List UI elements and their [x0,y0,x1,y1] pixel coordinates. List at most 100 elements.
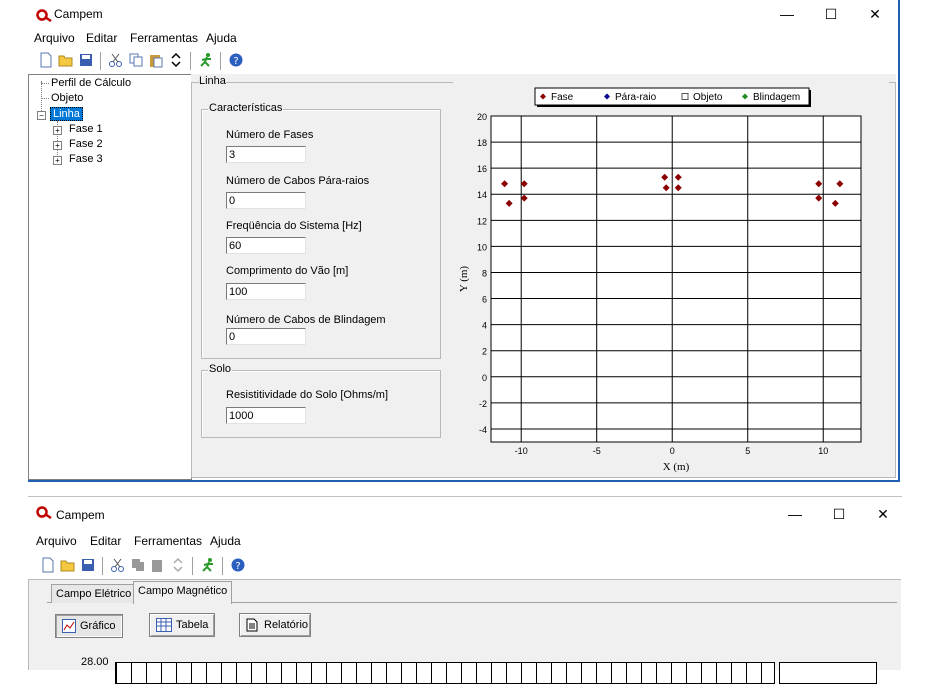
relatorio-button[interactable]: Relatório [239,613,311,637]
tree-item-perfil[interactable]: Perfil de Cálculo [51,77,131,89]
tree-item-fase-2[interactable]: Fase 2 [69,138,103,150]
legend-label: Pára-raio [615,92,657,103]
results-panel: Campo Elétrico Campo Magnético Gráfico T… [28,579,901,684]
new-file-icon[interactable] [38,52,54,68]
toolbar-separator [190,52,192,70]
y-tick-label: -4 [479,425,487,435]
y-tick-label: 10 [477,242,487,252]
save-icon[interactable] [80,557,96,573]
comprimento-vao-label: Comprimento do Vão [m] [226,265,349,277]
cut-icon[interactable] [108,52,124,68]
main-window-top: Campem — ☐ ✕ Arquivo Editar Ferramentas … [28,0,900,482]
maximize-button[interactable]: ☐ [828,504,850,524]
x-tick-label: 10 [818,446,828,456]
magnetic-chart-area [115,662,775,684]
numero-pararaios-input[interactable]: 0 [226,192,306,209]
tree-item-fase-3[interactable]: Fase 3 [69,153,103,165]
toolbar-separator [102,557,104,575]
save-icon[interactable] [78,52,94,68]
y-tick-label: 18 [477,138,487,148]
campem-logo-icon [36,506,52,519]
expand-icon[interactable]: + [53,126,62,135]
expand-icon[interactable]: + [53,141,62,150]
magnetic-legend-box [779,662,877,684]
linha-panel: Linha Características Número de Fases 3 … [191,74,896,478]
toolbar-separator [220,52,222,70]
main-window-bottom: Campem — ☐ ✕ Arquivo Editar Ferramentas … [28,496,902,684]
y-tick-label: 28.00 [81,656,109,668]
x-tick-label: -5 [593,446,601,456]
relatorio-label: Relatório [264,619,309,631]
frequencia-input[interactable]: 60 [226,237,306,254]
close-button[interactable]: ✕ [864,4,886,24]
tab-campo-magnetico[interactable]: Campo Magnético [133,581,233,604]
menu-ajuda[interactable]: Ajuda [210,534,241,548]
legend-label: Objeto [693,92,723,103]
tabela-label: Tabela [176,619,209,631]
toolbar: ? [28,50,898,72]
open-folder-icon[interactable] [60,557,76,573]
help-icon[interactable]: ? [228,52,244,68]
numero-fases-label: Número de Fases [226,129,314,141]
menu-ferramentas[interactable]: Ferramentas [130,31,198,45]
numero-pararaios-label: Número de Cabos Pára-raios [226,175,370,187]
cut-icon[interactable] [110,557,126,573]
cabos-blindagem-input[interactable]: 0 [226,328,306,345]
x-axis-label: X (m) [663,461,690,473]
paste-icon[interactable] [148,52,164,68]
sort-icon [173,557,183,573]
collapse-icon[interactable]: − [37,111,46,120]
x-tick-label: 5 [745,446,750,456]
tree-item-linha[interactable]: Linha [50,107,83,121]
expand-icon[interactable]: + [53,156,62,165]
menu-arquivo[interactable]: Arquivo [36,534,77,548]
tree-item-fase-1[interactable]: Fase 1 [69,123,103,135]
window-title: Campem [56,508,105,522]
tree-item-objeto[interactable]: Objeto [51,92,83,104]
x-tick-label: -10 [515,446,528,456]
y-tick-label: 6 [482,295,487,305]
tab-campo-eletrico[interactable]: Campo Elétrico [51,584,137,603]
run-icon[interactable] [198,52,214,68]
y-tick-label: -2 [479,399,487,409]
minimize-button[interactable]: — [784,504,806,524]
copy-icon[interactable] [128,52,144,68]
tree-view[interactable]: Perfil de Cálculo Objeto − Linha + Fase … [28,74,192,480]
grafico-button[interactable]: Gráfico [55,614,123,638]
svg-text:?: ? [235,561,240,572]
title-bar: Campem — ☐ ✕ [28,0,898,30]
close-button[interactable]: ✕ [872,504,894,524]
menu-editar[interactable]: Editar [86,31,117,45]
menu-ajuda[interactable]: Ajuda [206,31,237,45]
grafico-label: Gráfico [80,620,116,632]
svg-text:?: ? [233,56,238,67]
menu-editar[interactable]: Editar [90,534,121,548]
report-icon [246,618,258,632]
y-tick-label: 8 [482,268,487,278]
y-axis-label: Y (m) [458,266,470,293]
minimize-button[interactable]: — [776,4,798,24]
paste-icon [152,560,162,572]
menu-ferramentas[interactable]: Ferramentas [134,534,202,548]
y-tick-label: 12 [477,216,487,226]
maximize-button[interactable]: ☐ [820,4,842,24]
toolbar: ? [28,555,902,577]
copy-icon [132,559,144,571]
help-icon[interactable]: ? [230,557,246,573]
tree-line [41,98,49,99]
panel-title: Linha [199,75,226,87]
tabela-button[interactable]: Tabela [149,613,215,637]
resistividade-input[interactable]: 1000 [226,407,306,424]
plot-area [490,115,862,443]
numero-fases-input[interactable]: 3 [226,146,306,163]
comprimento-vao-input[interactable]: 100 [226,283,306,300]
menu-bar: Arquivo Editar Ferramentas Ajuda [28,533,902,551]
sort-icon[interactable] [168,52,184,68]
cabos-blindagem-label: Número de Cabos de Blindagem [226,314,386,326]
new-file-icon[interactable] [40,557,56,573]
solo-title: Solo [208,363,233,375]
menu-arquivo[interactable]: Arquivo [34,31,75,45]
open-folder-icon[interactable] [58,52,74,68]
run-icon[interactable] [200,557,216,573]
tree-line [41,83,49,84]
